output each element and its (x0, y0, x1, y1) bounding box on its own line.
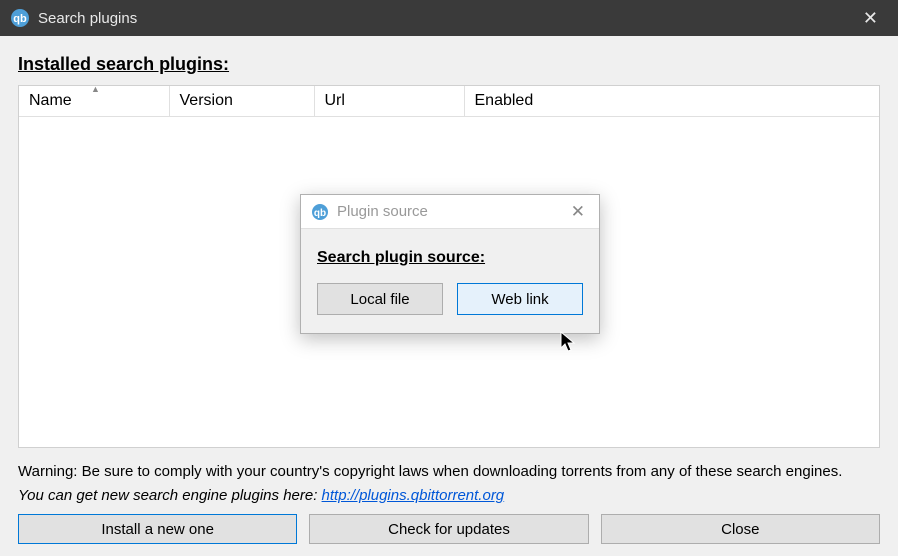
column-header-version[interactable]: Version (169, 86, 314, 117)
column-header-name-label: Name (29, 92, 72, 109)
local-file-button[interactable]: Local file (317, 283, 443, 315)
column-header-enabled[interactable]: Enabled (464, 86, 879, 117)
dialog-heading: Search plugin source: (317, 249, 583, 267)
column-header-name[interactable]: Name ▲ (19, 86, 169, 117)
installed-plugins-heading: Installed search plugins: (18, 54, 880, 75)
install-new-button[interactable]: Install a new one (18, 514, 297, 544)
svg-text:qb: qb (13, 13, 27, 25)
dialog-titlebar: qb Plugin source ✕ (301, 195, 599, 229)
svg-text:qb: qb (314, 208, 326, 219)
qbittorrent-icon: qb (10, 8, 30, 28)
button-row: Install a new one Check for updates Clos… (18, 514, 880, 544)
plugins-table: Name ▲ Version Url Enabled (19, 86, 879, 117)
column-header-url[interactable]: Url (314, 86, 464, 117)
close-icon[interactable]: ✕ (853, 8, 888, 29)
hint-prefix: You can get new search engine plugins he… (18, 487, 322, 504)
qbittorrent-icon: qb (311, 203, 329, 221)
dialog-close-icon[interactable]: ✕ (567, 202, 589, 222)
check-updates-button[interactable]: Check for updates (309, 514, 588, 544)
hint-text: You can get new search engine plugins he… (18, 487, 880, 504)
dialog-buttons: Local file Web link (317, 283, 583, 315)
close-button[interactable]: Close (601, 514, 880, 544)
plugin-source-dialog: qb Plugin source ✕ Search plugin source:… (300, 194, 600, 334)
plugins-link[interactable]: http://plugins.qbittorrent.org (322, 487, 505, 504)
dialog-title: Plugin source (337, 203, 567, 220)
titlebar: qb Search plugins ✕ (0, 0, 898, 36)
sort-ascending-icon: ▲ (91, 85, 100, 94)
warning-text: Warning: Be sure to comply with your cou… (18, 462, 880, 482)
window-title: Search plugins (38, 10, 853, 27)
web-link-button[interactable]: Web link (457, 283, 583, 315)
dialog-body: Search plugin source: Local file Web lin… (301, 229, 599, 333)
